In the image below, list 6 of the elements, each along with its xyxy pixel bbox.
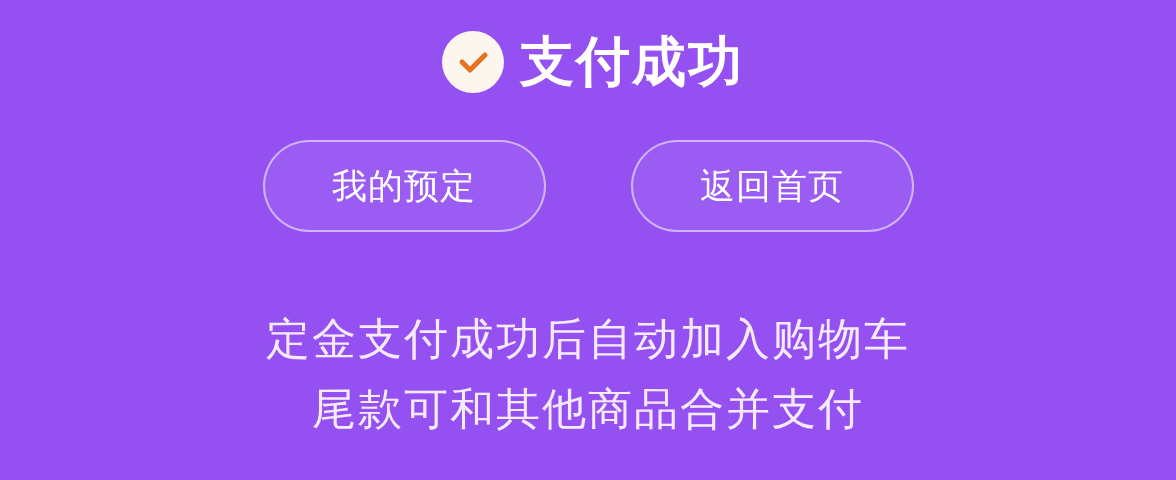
action-button[interactable]: 返回首页 — [630, 140, 914, 232]
notice-text: 尾款可和其他商品合并支付 — [312, 382, 864, 436]
notice-text: 定金支付成功后自动加入购物车 — [266, 312, 910, 366]
action-button[interactable]: 我的预定 — [262, 140, 546, 232]
payment-success-title: 支付成功 — [520, 29, 744, 95]
check-icon — [442, 31, 504, 93]
